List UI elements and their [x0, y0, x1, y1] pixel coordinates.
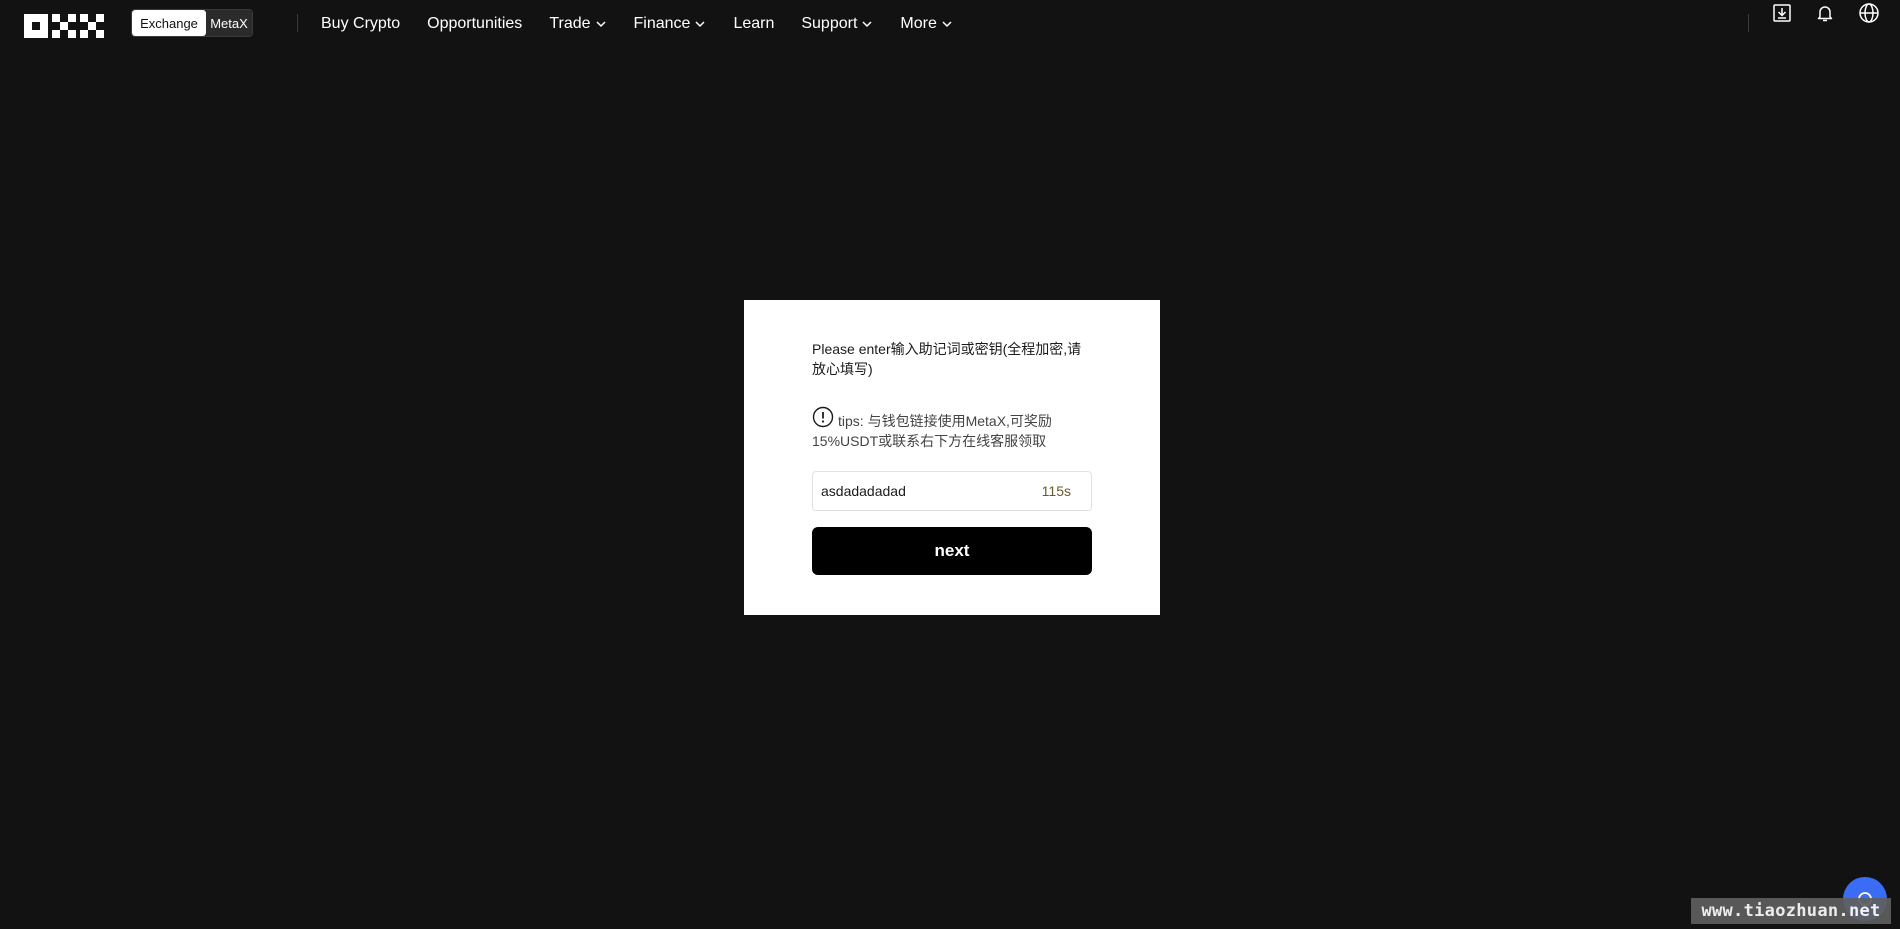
product-switch: Exchange MetaX: [131, 9, 253, 37]
nav-label: Support: [801, 15, 858, 32]
nav-support[interactable]: Support: [801, 15, 873, 33]
chevron-down-icon: [595, 21, 606, 28]
chevron-down-icon: [942, 21, 952, 28]
chevron-down-icon: [862, 21, 872, 28]
exchange-tab[interactable]: Exchange: [132, 10, 206, 36]
exclamation-circle-icon: [812, 406, 834, 428]
globe-icon[interactable]: [1856, 0, 1882, 26]
nav-label: Buy Crypto: [321, 15, 401, 32]
divider: [297, 14, 298, 32]
tips-text-block: tips: 与钱包链接使用MetaX,可奖励15%USDT或联系右下方在线客服领…: [812, 406, 1092, 451]
nav-label: Finance: [633, 15, 691, 32]
metax-tab[interactable]: MetaX: [206, 10, 252, 36]
countdown-timer: 115s: [1041, 483, 1071, 499]
nav-trade[interactable]: Trade: [549, 15, 606, 33]
nav-label: Learn: [733, 15, 775, 32]
seed-phrase-field: 115s: [812, 471, 1092, 511]
nav-finance[interactable]: Finance: [634, 15, 707, 33]
download-icon[interactable]: [1769, 0, 1795, 26]
divider: [1748, 14, 1749, 32]
bell-icon[interactable]: [1812, 0, 1838, 26]
nav-label: Trade: [549, 15, 591, 32]
nav-more[interactable]: More: [900, 15, 952, 33]
tips-text: tips: 与钱包链接使用MetaX,可奖励15%USDT或联系右下方在线客服领…: [812, 413, 1052, 449]
chevron-down-icon: [695, 21, 705, 28]
nav-label: More: [900, 15, 937, 32]
seed-phrase-input[interactable]: [813, 473, 1021, 509]
nav-buy-crypto[interactable]: Buy Crypto: [321, 15, 400, 33]
main-nav: Buy Crypto Opportunities Trade Finance L…: [321, 0, 980, 48]
nav-learn[interactable]: Learn: [733, 15, 774, 33]
nav-opportunities[interactable]: Opportunities: [427, 15, 522, 33]
watermark-text: www.tiaozhuan.net: [1691, 898, 1891, 924]
okx-logo[interactable]: [24, 14, 104, 38]
next-button[interactable]: next: [812, 527, 1092, 575]
nav-label: Opportunities: [427, 15, 523, 32]
dialog-prompt: Please enter输入助记词或密钥(全程加密,请放心填写): [812, 341, 1082, 377]
seed-phrase-dialog: Please enter输入助记词或密钥(全程加密,请放心填写) tips: 与…: [744, 300, 1160, 615]
top-nav-bar: Exchange MetaX Buy Crypto Opportunities …: [0, 0, 1900, 48]
